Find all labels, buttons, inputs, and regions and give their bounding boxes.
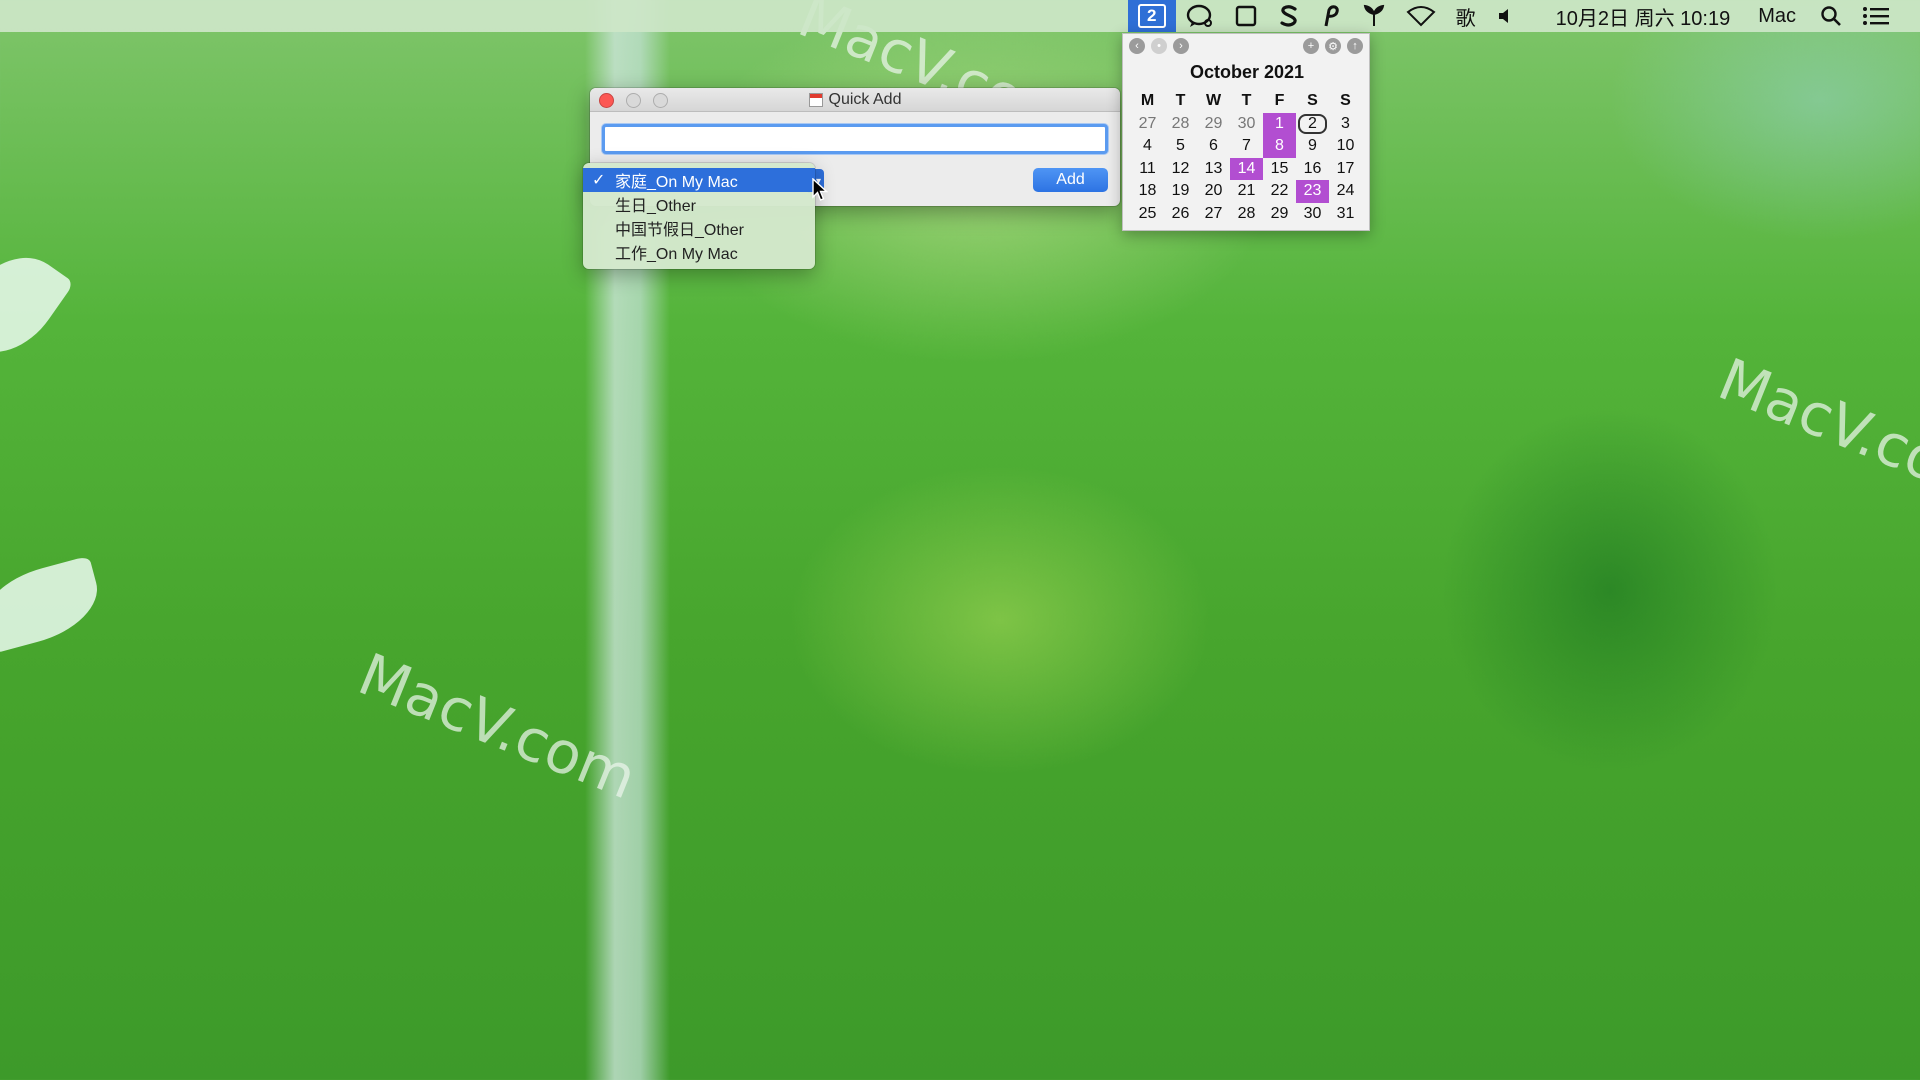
calendar-day[interactable]: 5	[1164, 135, 1197, 158]
s-app-icon[interactable]	[1268, 0, 1310, 32]
menu-item-family[interactable]: ✓ 家庭_On My Mac	[583, 168, 815, 192]
chat-icon[interactable]	[1176, 0, 1224, 32]
mini-calendar-popover: ‹ • › + ⚙ ↑ October 2021 M T W T F S S 27 28 29 30…	[1122, 33, 1370, 231]
calendar-day-event[interactable]: 8	[1263, 135, 1296, 158]
search-icon[interactable]	[1810, 0, 1852, 32]
minimize-button[interactable]	[626, 93, 641, 108]
close-button[interactable]	[599, 93, 614, 108]
calendar-day[interactable]: 15	[1263, 158, 1296, 181]
calendar-select-menu: ✓ 家庭_On My Mac 生日_Other 中国节假日_Other 工作_O…	[583, 163, 815, 269]
window-icon[interactable]	[1224, 0, 1268, 32]
today-icon[interactable]: •	[1151, 38, 1167, 54]
calendar-day[interactable]: 13	[1197, 158, 1230, 181]
calendar-toolbar: ‹ • › + ⚙ ↑	[1123, 34, 1369, 56]
calendar-day[interactable]: 10	[1329, 135, 1362, 158]
wifi-icon[interactable]	[1396, 0, 1446, 32]
weekday-header: S	[1307, 92, 1318, 110]
calendar-day-grid: M T W T F S S 27 28 29 30 1 2 3 4 5 6 7 8 9 10 11 12 13 14 15 16 17…	[1131, 90, 1363, 225]
window-title: Quick Add	[828, 90, 902, 108]
weekday-header: S	[1340, 92, 1351, 110]
calendar-day-event[interactable]: 23	[1296, 180, 1329, 203]
calendar-day[interactable]: 7	[1230, 135, 1263, 158]
calendar-day[interactable]: 12	[1164, 158, 1197, 181]
add-event-icon[interactable]: +	[1303, 38, 1319, 54]
mouse-cursor-icon	[812, 178, 828, 201]
calendar-month-title: October 2021	[1189, 62, 1305, 82]
calendar-day-event[interactable]: 1	[1263, 112, 1296, 135]
menubar-user[interactable]: Mac	[1744, 0, 1810, 32]
input-method-icon[interactable]: 歌	[1446, 0, 1486, 32]
calendar-day[interactable]: 27	[1197, 203, 1230, 226]
calendar-day[interactable]: 28	[1164, 113, 1197, 136]
calendar-day[interactable]: 29	[1197, 113, 1230, 136]
calendar-day[interactable]: 30	[1230, 113, 1263, 136]
weekday-header: W	[1205, 92, 1222, 110]
weekday-header: F	[1274, 92, 1285, 110]
add-button[interactable]: Add	[1033, 168, 1108, 192]
calendar-day-today[interactable]: 2	[1298, 113, 1327, 134]
window-titlebar[interactable]: Quick Add	[590, 88, 1120, 112]
calendar-day[interactable]: 29	[1263, 203, 1296, 226]
p-app-icon[interactable]	[1310, 0, 1352, 32]
calendar-day[interactable]: 4	[1131, 135, 1164, 158]
calendar-day[interactable]: 25	[1131, 203, 1164, 226]
event-text-input[interactable]	[602, 124, 1108, 154]
next-month-icon[interactable]: ›	[1173, 38, 1189, 54]
calendar-day[interactable]: 17	[1329, 158, 1362, 181]
calendar-day[interactable]: 21	[1230, 180, 1263, 203]
calendar-day[interactable]: 18	[1131, 180, 1164, 203]
calendar-day[interactable]: 22	[1263, 180, 1296, 203]
calendar-day[interactable]: 31	[1329, 203, 1362, 226]
calendar-day[interactable]: 28	[1230, 203, 1263, 226]
menu-item-label: 家庭_On My Mac	[615, 174, 738, 191]
zoom-button[interactable]	[653, 93, 668, 108]
calendar-day[interactable]: 20	[1197, 180, 1230, 203]
calendar-day[interactable]: 19	[1164, 180, 1197, 203]
menubar-clock[interactable]: 10月2日 周六 10:19	[1526, 0, 1745, 32]
menu-item-label: 工作_On My Mac	[615, 246, 738, 263]
calendar-day[interactable]: 3	[1329, 113, 1362, 136]
calendar-badge: 2	[1137, 4, 1166, 28]
weekday-header: T	[1175, 92, 1186, 110]
calendar-day[interactable]: 24	[1329, 180, 1362, 203]
checkmark-icon: ✓	[592, 172, 606, 189]
weekday-header: M	[1140, 92, 1155, 110]
notification-center-icon[interactable]	[1852, 0, 1900, 32]
weekday-header: T	[1241, 92, 1252, 110]
menu-item-label: 中国节假日_Other	[615, 222, 744, 239]
leaf-app-icon[interactable]	[1352, 0, 1396, 32]
watermark: MacV.co	[1709, 345, 1920, 497]
calendar-day[interactable]: 30	[1296, 203, 1329, 226]
previous-month-icon[interactable]: ‹	[1129, 38, 1145, 54]
calendar-app-icon	[808, 92, 823, 107]
wallpaper-leaf	[0, 555, 108, 655]
calendar-status-item[interactable]: 2	[1127, 0, 1176, 32]
menu-item-work[interactable]: 工作_On My Mac	[583, 240, 815, 264]
calendar-day[interactable]: 6	[1197, 135, 1230, 158]
calendar-day[interactable]: 11	[1131, 158, 1164, 181]
volume-icon[interactable]	[1486, 0, 1526, 32]
menu-item-label: 生日_Other	[615, 198, 696, 215]
menu-item-holidays[interactable]: 中国节假日_Other	[583, 216, 815, 240]
calendar-day[interactable]: 16	[1296, 158, 1329, 181]
calendar-day[interactable]: 27	[1131, 113, 1164, 136]
menu-item-birthday[interactable]: 生日_Other	[583, 192, 815, 216]
calendar-day[interactable]: 26	[1164, 203, 1197, 226]
calendar-day[interactable]: 9	[1296, 135, 1329, 158]
pin-icon[interactable]: ↑	[1347, 38, 1363, 54]
gear-icon[interactable]: ⚙	[1325, 38, 1341, 54]
wallpaper-leaf	[0, 237, 75, 373]
calendar-day-event[interactable]: 14	[1230, 157, 1263, 180]
menu-bar: 2 歌 10月2日 周六 10:19 Mac	[0, 0, 1920, 32]
